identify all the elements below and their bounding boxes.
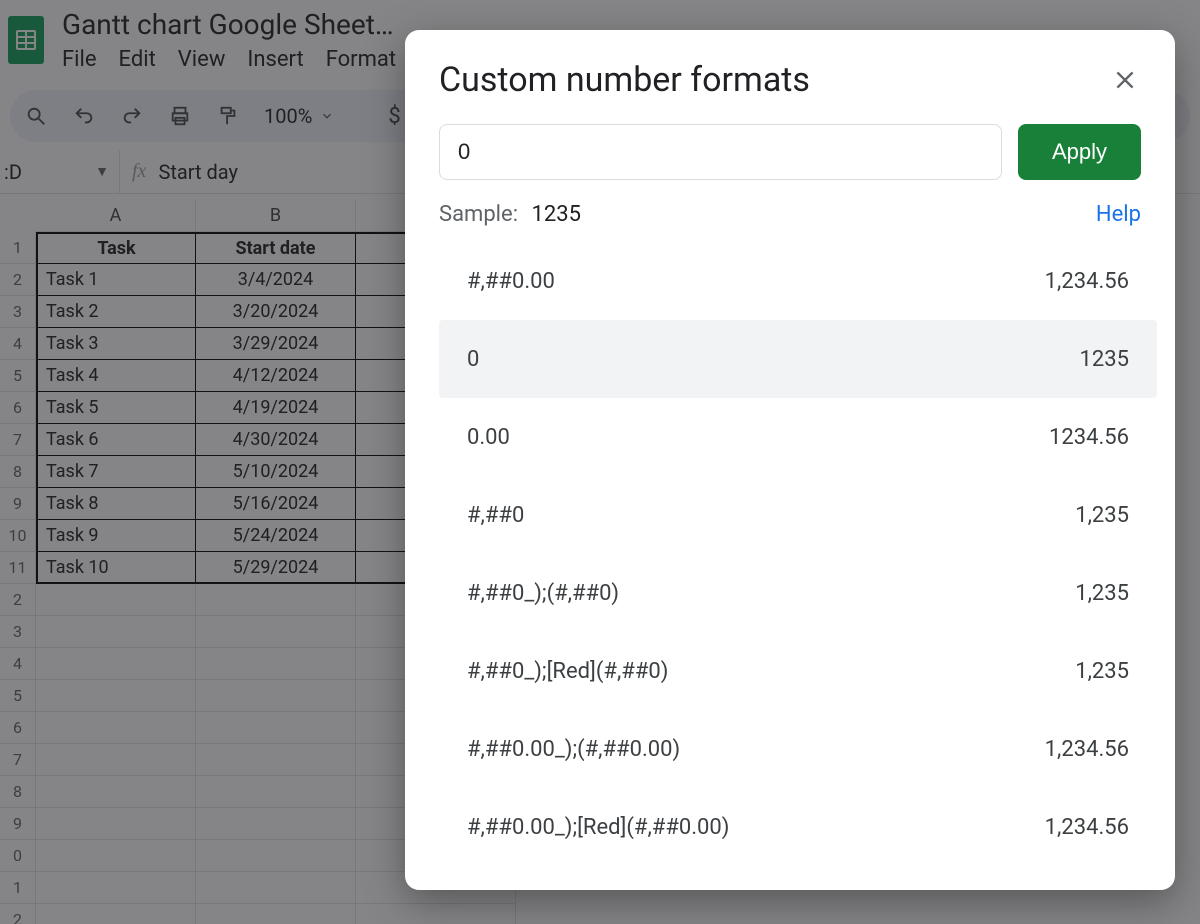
format-option[interactable]: #,##0 1,235 [439, 476, 1157, 554]
help-link[interactable]: Help [1096, 202, 1141, 227]
format-pattern: #,##0.00_);(#,##0.00) [467, 737, 680, 762]
format-preview: 1234.56 [1049, 425, 1129, 450]
apply-button[interactable]: Apply [1018, 124, 1141, 180]
format-preview: 1,234.56 [1045, 737, 1129, 762]
custom-number-formats-dialog: Custom number formats Apply Sample: 1235… [405, 30, 1175, 890]
dialog-title: Custom number formats [439, 60, 810, 100]
close-button[interactable] [1109, 64, 1141, 96]
format-pattern: #,##0 [467, 503, 524, 528]
format-option[interactable]: #,##0_);[Red](#,##0) 1,235 [439, 632, 1157, 710]
format-pattern: #,##0.00_);[Red](#,##0.00) [467, 815, 729, 840]
format-pattern: #,##0_);[Red](#,##0) [467, 659, 668, 684]
format-input[interactable] [439, 124, 1002, 180]
sample-label: Sample: [439, 202, 518, 227]
format-preview: 1235 [1080, 347, 1129, 372]
format-preview: 1,235 [1075, 659, 1129, 684]
format-preview: 1,234.56 [1045, 269, 1129, 294]
format-option[interactable]: #,##0_);(#,##0) 1,235 [439, 554, 1157, 632]
close-icon [1112, 67, 1138, 93]
format-option[interactable]: #,##0.00_);(#,##0.00) 1,234.56 [439, 710, 1157, 788]
sample-value: 1235 [532, 202, 581, 227]
format-preview: 1,235 [1075, 581, 1129, 606]
format-option[interactable]: #,##0.00_);[Red](#,##0.00) 1,234.56 [439, 788, 1157, 866]
format-pattern: #,##0.00 [467, 269, 555, 294]
format-pattern: 0.00 [467, 425, 510, 450]
format-preview: 1,234.56 [1045, 815, 1129, 840]
format-option[interactable]: 0.00 1234.56 [439, 398, 1157, 476]
format-option[interactable]: 0 1235 [439, 320, 1157, 398]
format-list[interactable]: #,##0.00 1,234.56 0 1235 0.00 1234.56 #,##0 1,2… [439, 241, 1157, 872]
format-pattern: #,##0_);(#,##0) [467, 581, 619, 606]
format-pattern: 0 [467, 347, 479, 372]
format-preview: 1,235 [1075, 503, 1129, 528]
format-option[interactable]: #,##0.00 1,234.56 [439, 242, 1157, 320]
